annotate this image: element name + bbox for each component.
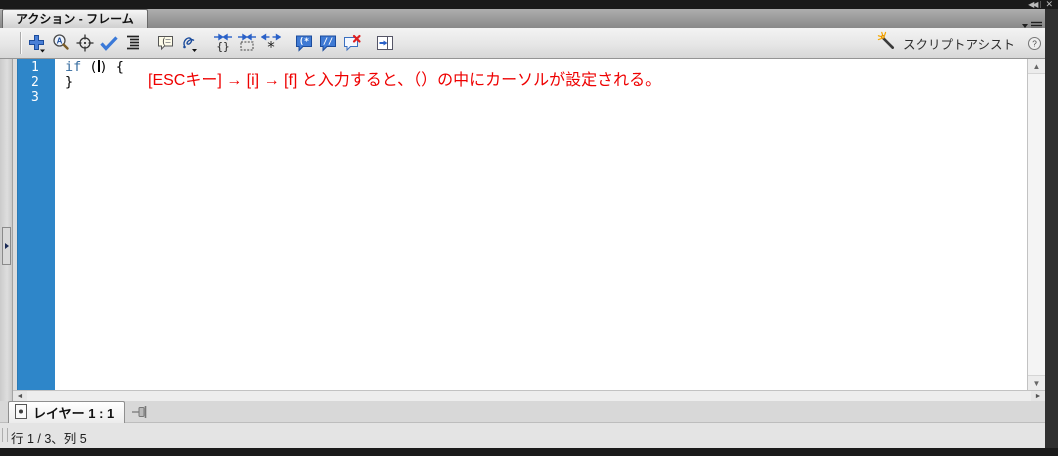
tab-layer-1[interactable]: レイヤー 1 : 1 — [8, 401, 126, 423]
debug-options-icon[interactable] — [178, 31, 202, 55]
toolbar-divider — [20, 32, 21, 54]
scroll-down-icon[interactable]: ▼ — [1028, 375, 1045, 390]
svg-text://: // — [323, 37, 333, 47]
tutorial-annotation: [ESCキー] → [i] → [f] と入力すると、（）の中にカーソルが設定さ… — [148, 72, 662, 89]
pin-script-icon[interactable] — [129, 404, 151, 420]
code-close-paren-brace: ) { — [99, 59, 124, 75]
insert-target-path-icon[interactable] — [73, 31, 97, 55]
tab-actions-frame[interactable]: アクション - フレーム — [2, 9, 148, 28]
close-panel-icon[interactable]: ✕ — [1045, 0, 1053, 9]
line-number: 1 — [31, 60, 39, 75]
status-bar: 行 1 / 3、列 5 — [0, 423, 1045, 448]
status-bar-grip — [2, 428, 8, 442]
panel-tab-bar: アクション - フレーム — [0, 9, 1058, 33]
script-assist-label: スクリプトアシスト — [902, 37, 1015, 52]
collapse-selection-icon[interactable] — [235, 31, 259, 55]
add-script-icon[interactable] — [25, 31, 49, 55]
scroll-left-icon[interactable]: ◄ — [13, 391, 27, 401]
cursor-position-text: 行 1 / 3、列 5 — [11, 432, 87, 446]
svg-text:A: A — [57, 37, 63, 46]
scroll-right-icon[interactable]: ► — [1031, 391, 1045, 401]
actions-toolbar: A ( {} * (* // スクリプトアシスト ? — [0, 28, 1058, 59]
script-assist-button[interactable]: スクリプトアシスト ? — [877, 31, 1042, 55]
line-number-gutter[interactable]: 1 2 3 — [17, 59, 55, 390]
svg-text:{}: {} — [216, 40, 229, 53]
window-controls-divider — [1040, 1, 1042, 8]
keyword-if: if — [65, 59, 82, 75]
collapse-panel-icon[interactable]: ◀◀ — [1028, 0, 1038, 9]
expand-all-icon[interactable]: * — [259, 31, 283, 55]
code-open-paren: ( — [81, 59, 98, 75]
window-title-strip: ◀◀ ✕ — [0, 0, 1058, 9]
script-editor[interactable]: if () { } — [55, 59, 1027, 390]
show-code-hint-icon[interactable]: ( — [154, 31, 178, 55]
check-syntax-icon[interactable] — [97, 31, 121, 55]
horizontal-scrollbar[interactable]: ◄ ► — [13, 390, 1045, 401]
svg-text:?: ? — [1032, 39, 1037, 48]
line-number: 2 — [31, 75, 39, 90]
line-number: 3 — [31, 90, 39, 105]
vertical-scrollbar[interactable]: ▲ ▼ — [1027, 59, 1045, 390]
toolbox-collapse-handle[interactable] — [2, 227, 11, 265]
panel-bottom-edge — [0, 448, 1058, 456]
apply-block-comment-icon[interactable]: (* — [292, 31, 316, 55]
find-icon[interactable]: A — [49, 31, 73, 55]
svg-text:*: * — [266, 38, 275, 53]
apply-line-comment-icon[interactable]: // — [316, 31, 340, 55]
auto-format-icon[interactable] — [121, 31, 145, 55]
panel-right-edge — [1045, 9, 1058, 456]
keyframe-icon — [15, 403, 27, 422]
magic-wand-icon — [877, 31, 896, 55]
show-hide-toolbox-icon[interactable] — [373, 31, 397, 55]
script-nav-bar: レイヤー 1 : 1 — [0, 401, 1045, 423]
remove-comment-icon[interactable] — [340, 31, 364, 55]
help-icon[interactable]: ? — [1027, 36, 1042, 51]
scroll-up-icon[interactable]: ▲ — [1028, 59, 1045, 74]
script-tab-label: レイヤー 1 : 1 — [33, 406, 115, 421]
collapse-between-braces-icon[interactable]: {} — [211, 31, 235, 55]
svg-text:(*: (* — [299, 37, 309, 47]
